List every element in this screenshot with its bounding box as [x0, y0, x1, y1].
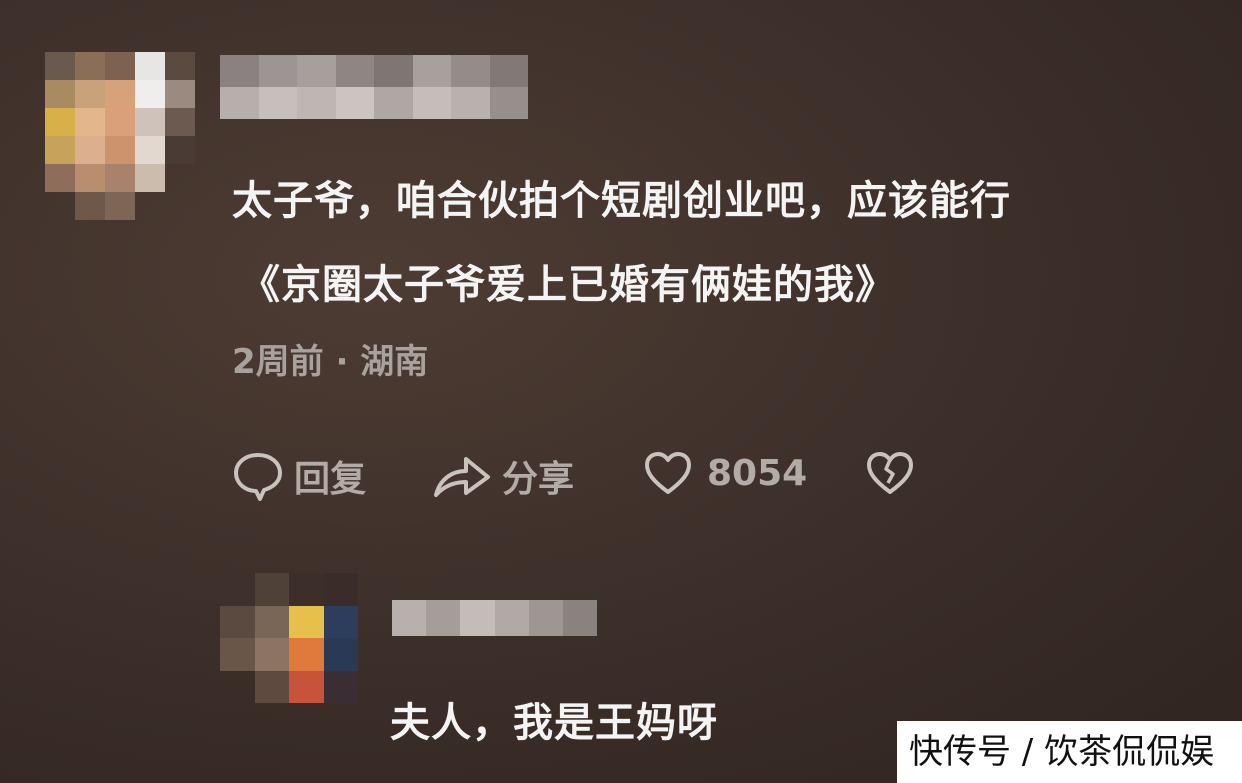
comment-meta: 2周前 · 湖南	[232, 342, 429, 382]
heart-icon	[643, 450, 693, 496]
share-label: 分享	[502, 459, 575, 500]
watermark: 快传号 / 饮茶侃侃娱	[897, 721, 1242, 783]
reply-button[interactable]: 回复	[232, 450, 366, 502]
avatar-user-1[interactable]	[45, 52, 195, 220]
reply-label: 回复	[294, 459, 367, 500]
comment-text-line-1: 太子爷，咱合伙拍个短剧创业吧，应该能行	[232, 178, 1011, 224]
broken-heart-icon	[865, 450, 915, 496]
comment-bubble-icon	[232, 451, 284, 501]
comment-text-line-2: 《京圈太子爷爱上已婚有俩娃的我》	[240, 262, 896, 308]
avatar-user-2[interactable]	[220, 573, 358, 703]
like-count: 8054	[707, 452, 808, 494]
like-button[interactable]: 8054	[643, 450, 807, 496]
username-user-2[interactable]	[392, 600, 597, 636]
share-button[interactable]: 分享	[432, 450, 574, 502]
username-user-1[interactable]	[220, 55, 528, 119]
dislike-button[interactable]	[865, 450, 915, 496]
share-arrow-icon	[432, 453, 492, 499]
comment-2-text: 夫人，我是王妈呀	[390, 700, 718, 746]
